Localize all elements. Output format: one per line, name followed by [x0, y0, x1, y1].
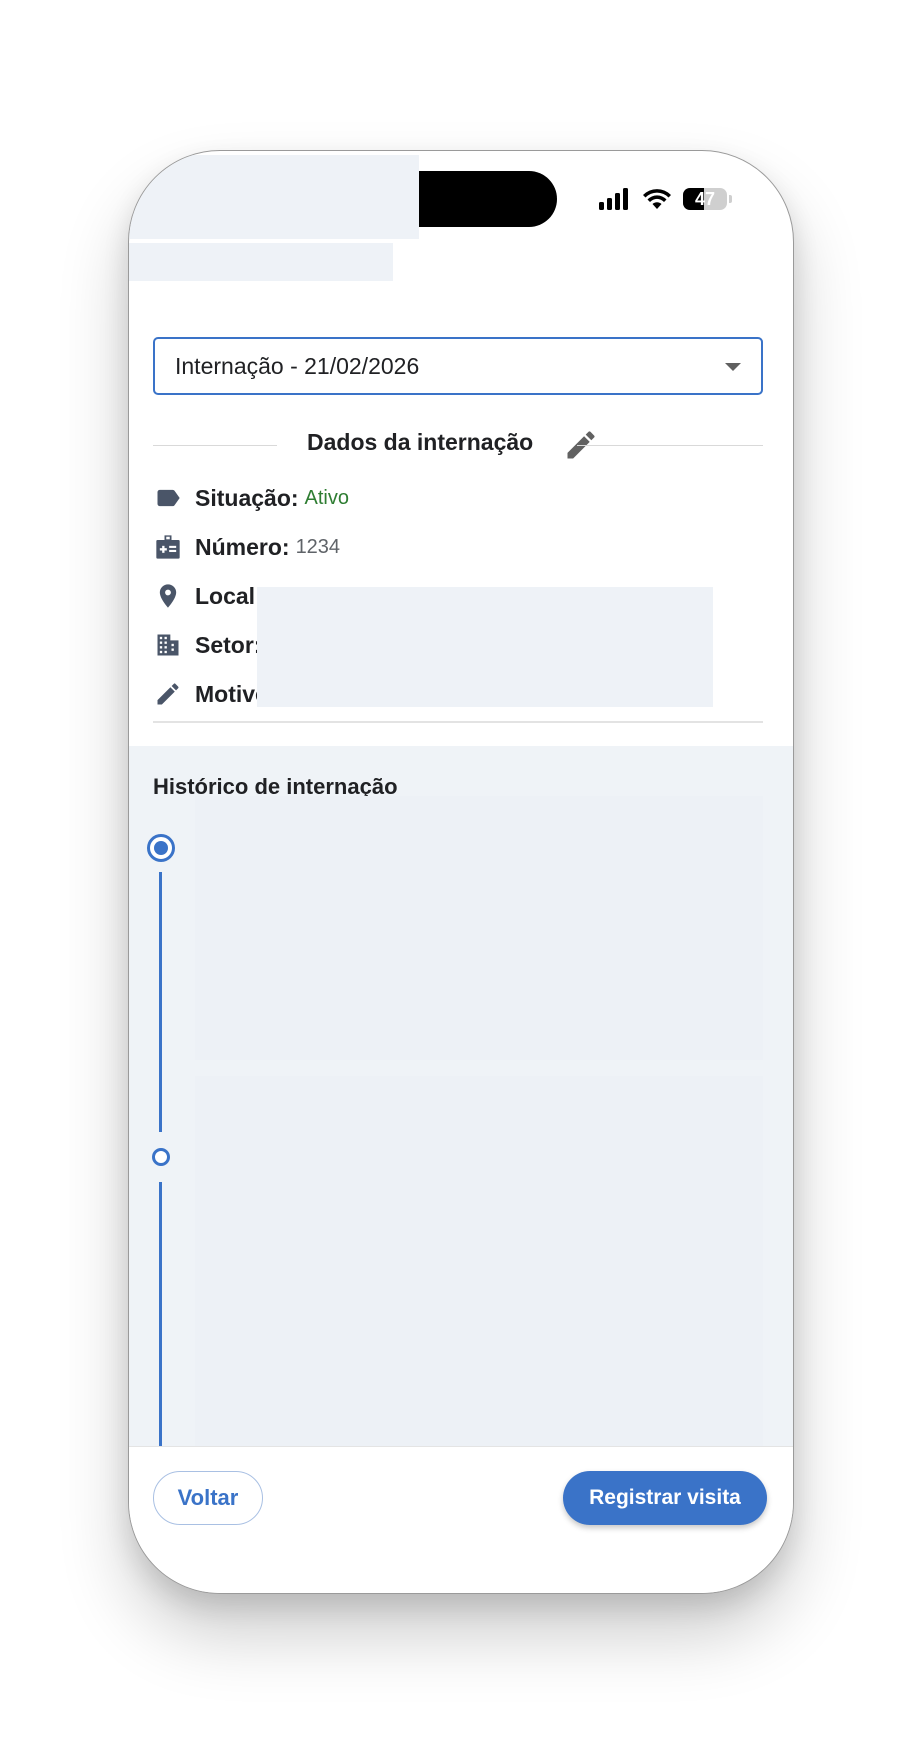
info-row-numero: Número: 1234 — [153, 527, 763, 567]
wifi-icon — [643, 189, 671, 209]
register-visit-button[interactable]: Registrar visita — [563, 1471, 767, 1525]
details-section-header: Dados da internação — [153, 425, 763, 465]
battery-indicator: 47 — [683, 188, 732, 210]
timeline-line — [159, 872, 162, 1132]
details-section-title: Dados da internação — [307, 429, 534, 455]
redacted-details — [257, 587, 713, 707]
redacted-history-entry — [195, 796, 763, 1060]
bottom-action-bar: Voltar Registrar visita — [129, 1446, 793, 1593]
battery-icon: 47 — [683, 188, 727, 210]
numero-label: Número: — [195, 533, 290, 560]
admission-select[interactable]: Internação - 21/02/2026 — [153, 337, 763, 395]
numero-value: 1234 — [295, 535, 341, 558]
timeline-current-marker-icon — [147, 834, 175, 862]
label-icon — [153, 483, 183, 513]
situacao-label: Situação: — [195, 484, 299, 511]
screen: 47 Internação - 21/02/2026 Dados da inte… — [0, 0, 920, 1756]
dropdown-caret-icon — [725, 363, 741, 371]
signal-icon — [599, 188, 628, 210]
setor-label: Setor: — [195, 631, 262, 658]
redacted-header-title — [129, 155, 419, 239]
status-bar-icons: 47 — [599, 181, 732, 217]
details-divider — [153, 721, 763, 723]
local-label: Local — [195, 582, 256, 609]
medical-id-icon — [153, 532, 183, 562]
redacted-header-subtitle — [129, 243, 393, 281]
phone-frame: 47 Internação - 21/02/2026 Dados da inte… — [128, 150, 794, 1594]
redacted-history-entry — [195, 1076, 763, 1446]
pencil-icon — [153, 679, 183, 709]
history-section: Histórico de internação — [129, 746, 793, 1446]
building-icon — [153, 630, 183, 660]
timeline-line — [159, 1182, 162, 1446]
situacao-value: Ativo — [304, 486, 349, 509]
info-row-situacao: Situação: Ativo — [153, 478, 763, 518]
battery-level: 47 — [694, 189, 716, 209]
location-pin-icon — [153, 581, 183, 611]
back-button[interactable]: Voltar — [153, 1471, 263, 1525]
admission-select-value: Internação - 21/02/2026 — [175, 352, 420, 379]
timeline-past-marker-icon — [152, 1148, 170, 1166]
